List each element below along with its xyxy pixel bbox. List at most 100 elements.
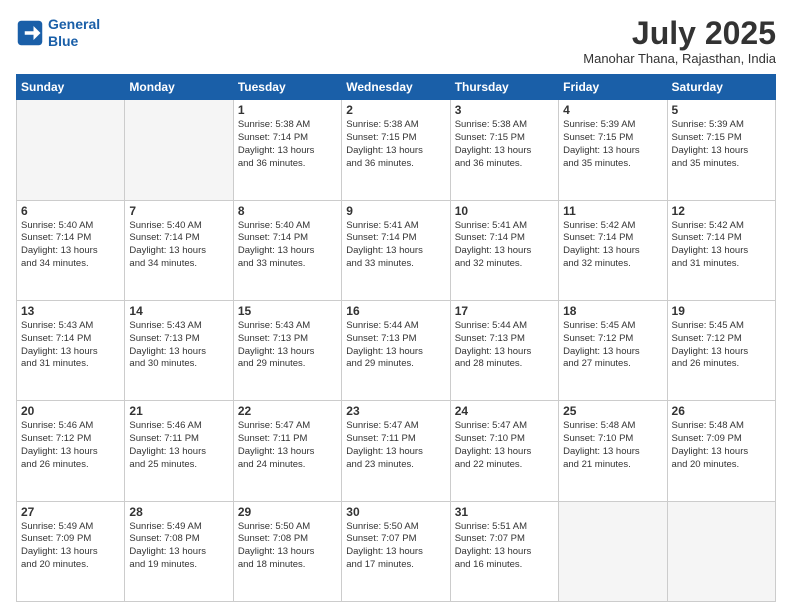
weekday-tuesday: Tuesday bbox=[233, 75, 341, 100]
day-cell-13: 13 Sunrise: 5:43 AM Sunset: 7:14 PM Dayli… bbox=[17, 300, 125, 400]
calendar: SundayMondayTuesdayWednesdayThursdayFrid… bbox=[16, 74, 776, 602]
day-number: 31 bbox=[455, 505, 554, 519]
day-info: Sunrise: 5:48 AM Sunset: 7:10 PM Dayligh… bbox=[563, 420, 662, 471]
day-number: 29 bbox=[238, 505, 337, 519]
day-number: 16 bbox=[346, 304, 445, 318]
calendar-week-row: 1 Sunrise: 5:38 AM Sunset: 7:14 PM Daylig… bbox=[17, 100, 776, 200]
day-cell-22: 22 Sunrise: 5:47 AM Sunset: 7:11 PM Dayli… bbox=[233, 401, 341, 501]
day-cell-15: 15Sunrise: 5:43 AM Sunset: 7:13 PM Dayli… bbox=[233, 300, 341, 400]
day-number: 9 bbox=[346, 204, 445, 218]
logo: General Blue bbox=[16, 16, 100, 50]
day-info: Sunrise: 5:43 AM Sunset: 7:14 PM Dayligh… bbox=[21, 320, 120, 371]
empty-cell bbox=[125, 100, 233, 200]
day-cell-6: 6 Sunrise: 5:40 AM Sunset: 7:14 PM Daylig… bbox=[17, 200, 125, 300]
logo-icon bbox=[16, 19, 44, 47]
day-cell-3: 3 Sunrise: 5:38 AM Sunset: 7:15 PM Daylig… bbox=[450, 100, 558, 200]
day-number: 3 bbox=[455, 103, 554, 117]
day-number: 28 bbox=[129, 505, 228, 519]
day-info: Sunrise: 5:48 AM Sunset: 7:09 PM Dayligh… bbox=[672, 420, 771, 471]
day-cell-26: 26 Sunrise: 5:48 AM Sunset: 7:09 PM Dayli… bbox=[667, 401, 775, 501]
day-info: Sunrise: 5:43 AM Sunset: 7:13 PM Dayligh… bbox=[129, 320, 228, 371]
day-info: Sunrise: 5:49 AM Sunset: 7:09 PM Dayligh… bbox=[21, 521, 120, 572]
day-cell-20: 20 Sunrise: 5:46 AM Sunset: 7:12 PM Dayli… bbox=[17, 401, 125, 501]
day-number: 26 bbox=[672, 404, 771, 418]
day-info: Sunrise: 5:40 AM Sunset: 7:14 PM Dayligh… bbox=[21, 220, 120, 271]
day-number: 24 bbox=[455, 404, 554, 418]
day-info: Sunrise: 5:38 AM Sunset: 7:14 PM Dayligh… bbox=[238, 119, 337, 170]
day-cell-31: 31Sunrise: 5:51 AM Sunset: 7:07 PM Dayli… bbox=[450, 501, 558, 601]
day-cell-16: 16 Sunrise: 5:44 AM Sunset: 7:13 PM Dayli… bbox=[342, 300, 450, 400]
logo-line2: Blue bbox=[48, 33, 78, 49]
day-cell-17: 17Sunrise: 5:44 AM Sunset: 7:13 PM Dayli… bbox=[450, 300, 558, 400]
day-number: 12 bbox=[672, 204, 771, 218]
weekday-monday: Monday bbox=[125, 75, 233, 100]
day-number: 5 bbox=[672, 103, 771, 117]
day-cell-23: 23Sunrise: 5:47 AM Sunset: 7:11 PM Dayli… bbox=[342, 401, 450, 501]
subtitle: Manohar Thana, Rajasthan, India bbox=[583, 51, 776, 66]
day-number: 27 bbox=[21, 505, 120, 519]
page: General Blue July 2025 Manohar Thana, Ra… bbox=[0, 0, 792, 612]
day-number: 23 bbox=[346, 404, 445, 418]
day-info: Sunrise: 5:45 AM Sunset: 7:12 PM Dayligh… bbox=[563, 320, 662, 371]
day-info: Sunrise: 5:40 AM Sunset: 7:14 PM Dayligh… bbox=[238, 220, 337, 271]
day-number: 7 bbox=[129, 204, 228, 218]
day-cell-7: 7Sunrise: 5:40 AM Sunset: 7:14 PM Daylig… bbox=[125, 200, 233, 300]
day-cell-9: 9 Sunrise: 5:41 AM Sunset: 7:14 PM Daylig… bbox=[342, 200, 450, 300]
day-cell-4: 4 Sunrise: 5:39 AM Sunset: 7:15 PM Daylig… bbox=[559, 100, 667, 200]
weekday-header-row: SundayMondayTuesdayWednesdayThursdayFrid… bbox=[17, 75, 776, 100]
day-number: 22 bbox=[238, 404, 337, 418]
day-number: 30 bbox=[346, 505, 445, 519]
day-cell-2: 2 Sunrise: 5:38 AM Sunset: 7:15 PM Daylig… bbox=[342, 100, 450, 200]
day-info: Sunrise: 5:44 AM Sunset: 7:13 PM Dayligh… bbox=[346, 320, 445, 371]
day-info: Sunrise: 5:46 AM Sunset: 7:11 PM Dayligh… bbox=[129, 420, 228, 471]
day-number: 18 bbox=[563, 304, 662, 318]
day-number: 17 bbox=[455, 304, 554, 318]
day-cell-30: 30Sunrise: 5:50 AM Sunset: 7:07 PM Dayli… bbox=[342, 501, 450, 601]
weekday-wednesday: Wednesday bbox=[342, 75, 450, 100]
day-number: 19 bbox=[672, 304, 771, 318]
day-number: 8 bbox=[238, 204, 337, 218]
day-cell-29: 29 Sunrise: 5:50 AM Sunset: 7:08 PM Dayli… bbox=[233, 501, 341, 601]
calendar-week-row: 13 Sunrise: 5:43 AM Sunset: 7:14 PM Dayli… bbox=[17, 300, 776, 400]
main-title: July 2025 bbox=[583, 16, 776, 51]
day-number: 4 bbox=[563, 103, 662, 117]
day-info: Sunrise: 5:38 AM Sunset: 7:15 PM Dayligh… bbox=[455, 119, 554, 170]
day-info: Sunrise: 5:41 AM Sunset: 7:14 PM Dayligh… bbox=[455, 220, 554, 271]
calendar-week-row: 27 Sunrise: 5:49 AM Sunset: 7:09 PM Dayli… bbox=[17, 501, 776, 601]
day-number: 1 bbox=[238, 103, 337, 117]
day-info: Sunrise: 5:46 AM Sunset: 7:12 PM Dayligh… bbox=[21, 420, 120, 471]
day-info: Sunrise: 5:47 AM Sunset: 7:11 PM Dayligh… bbox=[238, 420, 337, 471]
day-cell-10: 10 Sunrise: 5:41 AM Sunset: 7:14 PM Dayli… bbox=[450, 200, 558, 300]
day-number: 14 bbox=[129, 304, 228, 318]
day-number: 11 bbox=[563, 204, 662, 218]
weekday-thursday: Thursday bbox=[450, 75, 558, 100]
day-info: Sunrise: 5:41 AM Sunset: 7:14 PM Dayligh… bbox=[346, 220, 445, 271]
day-info: Sunrise: 5:39 AM Sunset: 7:15 PM Dayligh… bbox=[563, 119, 662, 170]
day-cell-27: 27 Sunrise: 5:49 AM Sunset: 7:09 PM Dayli… bbox=[17, 501, 125, 601]
day-number: 20 bbox=[21, 404, 120, 418]
day-info: Sunrise: 5:45 AM Sunset: 7:12 PM Dayligh… bbox=[672, 320, 771, 371]
day-cell-25: 25 Sunrise: 5:48 AM Sunset: 7:10 PM Dayli… bbox=[559, 401, 667, 501]
day-info: Sunrise: 5:50 AM Sunset: 7:08 PM Dayligh… bbox=[238, 521, 337, 572]
day-number: 2 bbox=[346, 103, 445, 117]
day-number: 6 bbox=[21, 204, 120, 218]
day-info: Sunrise: 5:49 AM Sunset: 7:08 PM Dayligh… bbox=[129, 521, 228, 572]
empty-cell bbox=[667, 501, 775, 601]
day-number: 15 bbox=[238, 304, 337, 318]
day-info: Sunrise: 5:42 AM Sunset: 7:14 PM Dayligh… bbox=[563, 220, 662, 271]
day-cell-1: 1 Sunrise: 5:38 AM Sunset: 7:14 PM Daylig… bbox=[233, 100, 341, 200]
day-number: 13 bbox=[21, 304, 120, 318]
day-number: 10 bbox=[455, 204, 554, 218]
day-info: Sunrise: 5:47 AM Sunset: 7:10 PM Dayligh… bbox=[455, 420, 554, 471]
day-number: 25 bbox=[563, 404, 662, 418]
day-cell-11: 11 Sunrise: 5:42 AM Sunset: 7:14 PM Dayli… bbox=[559, 200, 667, 300]
calendar-week-row: 20 Sunrise: 5:46 AM Sunset: 7:12 PM Dayli… bbox=[17, 401, 776, 501]
empty-cell bbox=[17, 100, 125, 200]
day-cell-5: 5Sunrise: 5:39 AM Sunset: 7:15 PM Daylig… bbox=[667, 100, 775, 200]
day-cell-21: 21 Sunrise: 5:46 AM Sunset: 7:11 PM Dayli… bbox=[125, 401, 233, 501]
day-cell-12: 12Sunrise: 5:42 AM Sunset: 7:14 PM Dayli… bbox=[667, 200, 775, 300]
day-number: 21 bbox=[129, 404, 228, 418]
day-info: Sunrise: 5:38 AM Sunset: 7:15 PM Dayligh… bbox=[346, 119, 445, 170]
empty-cell bbox=[559, 501, 667, 601]
day-cell-8: 8 Sunrise: 5:40 AM Sunset: 7:14 PM Daylig… bbox=[233, 200, 341, 300]
